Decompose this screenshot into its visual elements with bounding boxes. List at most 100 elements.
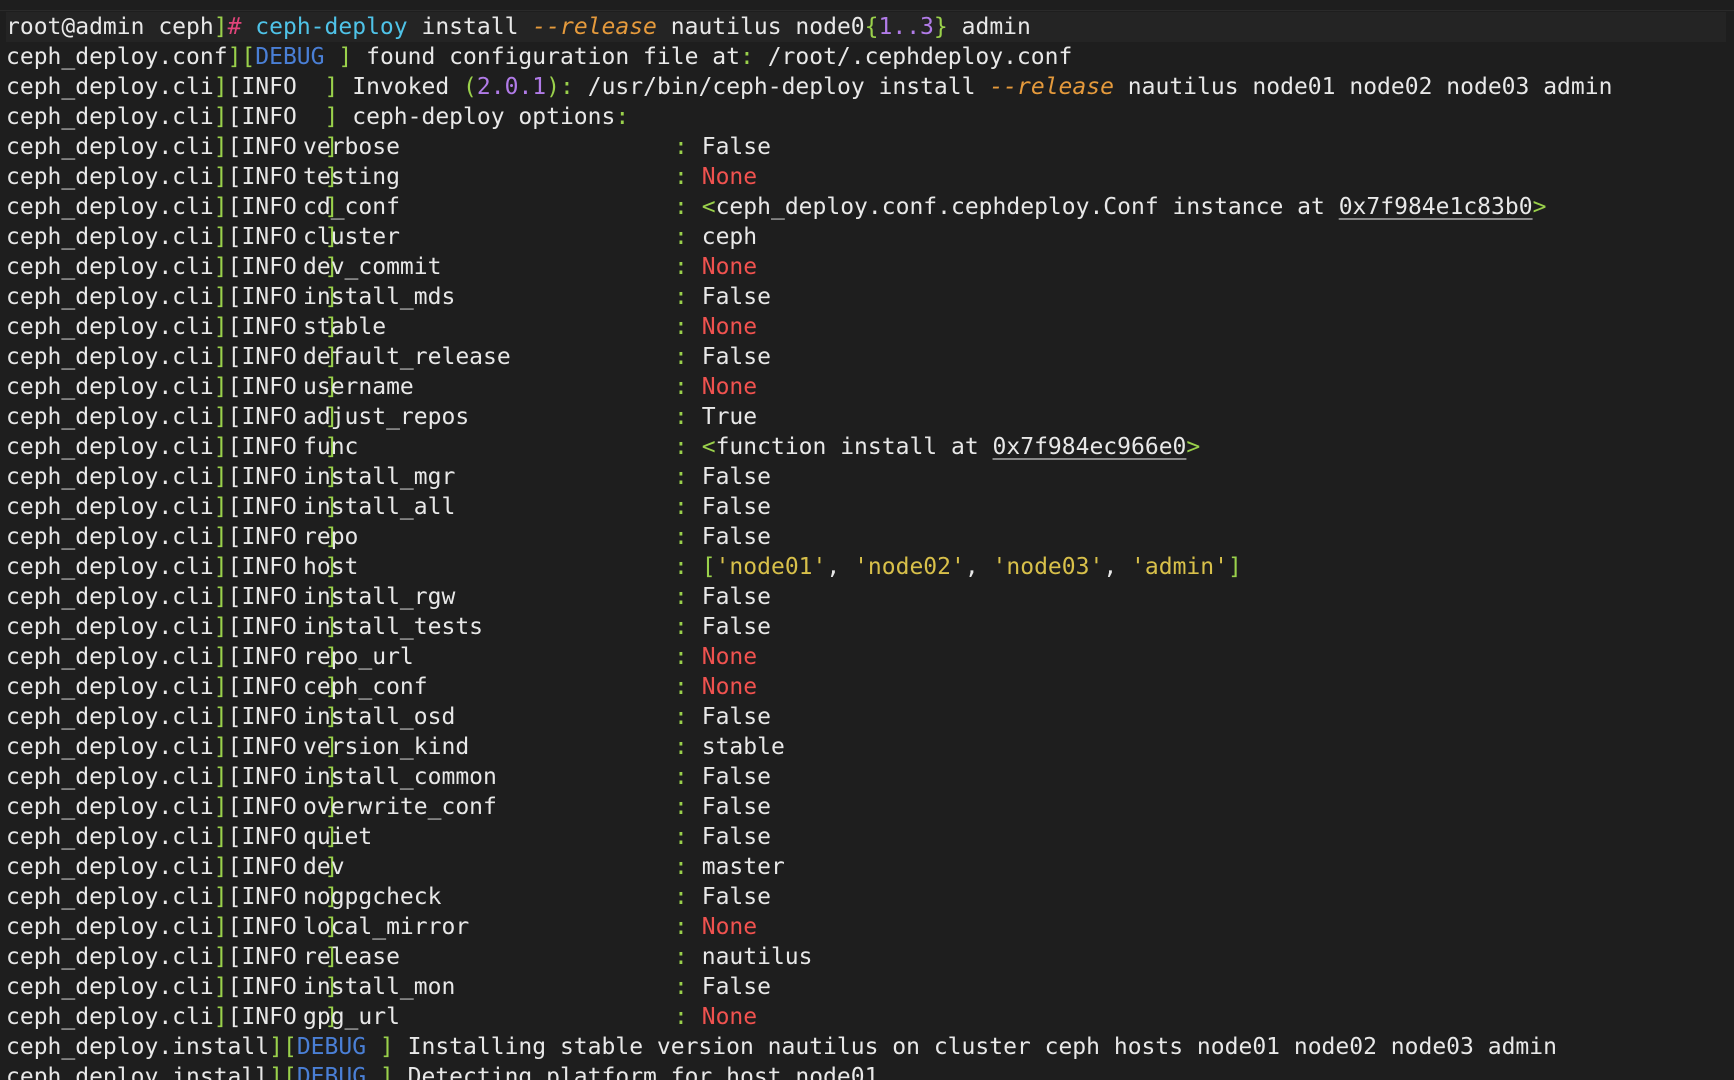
log-message: ceph-deploy options: [352, 104, 616, 130]
log-level-info: INFO: [241, 944, 297, 970]
option-key: install_common: [303, 764, 497, 790]
option-key: overwrite_conf: [303, 794, 497, 820]
log-invoked-word: Invoked: [352, 74, 450, 100]
log-level-info: INFO: [241, 434, 297, 460]
options-list: ceph_deploy.cli][INFO ] verbose: False cep…: [6, 132, 1726, 1032]
log-level-info: INFO: [241, 404, 297, 430]
log-level-info: INFO: [241, 1004, 297, 1030]
log-logger: ceph_deploy.install: [6, 1034, 270, 1060]
terminal-window[interactable]: root@admin ceph]# ceph-deploy install --…: [0, 0, 1734, 1080]
log-bracket-open: ][: [227, 44, 256, 70]
option-value-cell: : False: [674, 792, 771, 822]
log-message: Installing stable version nautilus on cl…: [407, 1034, 1557, 1060]
option-key: version_kind: [303, 734, 470, 760]
option-row: ceph_deploy.cli][INFO ] install_mgr: Fals…: [6, 462, 1726, 492]
option-key: testing: [303, 164, 400, 190]
log-level-open: [: [227, 104, 242, 130]
log-level-info: INFO: [241, 314, 297, 340]
option-value: False: [701, 134, 771, 160]
log-bracket-open: ]: [213, 374, 228, 400]
command-node-prefix: node0: [795, 14, 865, 40]
option-list-sep: ,: [1103, 554, 1132, 580]
log-logger: ceph_deploy.cli: [6, 914, 214, 940]
log-logger: ceph_deploy.cli: [6, 884, 214, 910]
option-row: ceph_deploy.cli][INFO ] gpg_url: None: [6, 1002, 1726, 1032]
prompt-hash: #: [227, 14, 242, 40]
log-logger: ceph_deploy.cli: [6, 704, 214, 730]
log-level-info: INFO: [241, 134, 297, 160]
log-bracket-open: ]: [213, 944, 228, 970]
option-row: ceph_deploy.cli][INFO ] dev_commit: None: [6, 252, 1726, 282]
option-row: ceph_deploy.cli][INFO ] install_rgw: Fals…: [6, 582, 1726, 612]
option-colon: :: [674, 524, 688, 550]
option-key: func: [303, 434, 359, 460]
terminal-top-edge: [0, 0, 1734, 11]
option-value: None: [701, 164, 758, 190]
option-value-cell: : False: [674, 762, 771, 792]
option-value-cell: : None: [674, 912, 757, 942]
option-value: False: [701, 884, 771, 910]
log-level-info: INFO: [241, 974, 297, 1000]
option-key: quiet: [303, 824, 373, 850]
option-list-close: ]: [1227, 554, 1242, 580]
log-level-open: [: [227, 554, 242, 580]
option-value-cell: : False: [674, 492, 771, 522]
log-version: 2.0.1: [476, 74, 547, 100]
option-value: False: [701, 704, 771, 730]
option-value: ceph_deploy.conf.cephdeploy.Conf instanc…: [715, 194, 1339, 220]
log-bracket-open: ]: [213, 914, 228, 940]
option-colon: :: [674, 674, 688, 700]
log-logger: ceph_deploy.cli: [6, 524, 214, 550]
option-row: ceph_deploy.cli][INFO ] verbose: False: [6, 132, 1726, 162]
option-row: ceph_deploy.cli][INFO ] install_common: F…: [6, 762, 1726, 792]
log-command-path: /usr/bin/ceph-deploy install: [587, 74, 976, 100]
log-level-open: [: [227, 224, 242, 250]
option-value: None: [701, 1004, 758, 1030]
option-value: False: [701, 974, 771, 1000]
option-row: ceph_deploy.cli][INFO ] install_mds: Fals…: [6, 282, 1726, 312]
option-value: None: [701, 374, 758, 400]
log-level-info: INFO: [241, 884, 297, 910]
option-colon: :: [674, 284, 688, 310]
log-bracket-open: ]: [213, 734, 228, 760]
log-bracket-open: ]: [213, 344, 228, 370]
option-value: False: [701, 764, 771, 790]
option-key: install_mds: [303, 284, 456, 310]
option-key: install_mgr: [303, 464, 456, 490]
log-bracket-open: ]: [213, 674, 228, 700]
log-level-open: [: [227, 284, 242, 310]
log-level-open: [: [227, 524, 242, 550]
log-logger: ceph_deploy.cli: [6, 134, 214, 160]
option-row: ceph_deploy.cli][INFO ] local_mirror: Non…: [6, 912, 1726, 942]
option-row: ceph_deploy.cli][INFO ] testing: None: [6, 162, 1726, 192]
log-level-open: [: [227, 164, 242, 190]
log-bracket-open: ]: [213, 104, 228, 130]
log-logger: ceph_deploy.cli: [6, 1004, 214, 1030]
log-flag-release: --release: [989, 74, 1114, 100]
option-row: ceph_deploy.cli][INFO ] cd_conf: <ceph_de…: [6, 192, 1726, 222]
option-colon: :: [674, 374, 688, 400]
log-level-open: [: [227, 884, 242, 910]
log-colon: :: [615, 104, 630, 130]
option-colon: :: [674, 194, 688, 220]
log-level-info: INFO: [241, 674, 297, 700]
option-key: local_mirror: [303, 914, 470, 940]
option-value: True: [701, 404, 758, 430]
log-bracket-open: ]: [213, 764, 228, 790]
option-value: None: [701, 254, 758, 280]
option-value-cell: : False: [674, 522, 771, 552]
log-bracket-open: ][: [269, 1034, 297, 1060]
log-level-open: [: [227, 344, 242, 370]
log-logger: ceph_deploy.cli: [6, 554, 214, 580]
log-logger: ceph_deploy.cli: [6, 974, 214, 1000]
log-level-open: [: [227, 674, 242, 700]
log-level-open: [: [227, 74, 242, 100]
option-value: nautilus: [701, 944, 813, 970]
option-colon: :: [674, 914, 688, 940]
log-level-info: INFO: [241, 614, 297, 640]
option-value: stable: [701, 734, 785, 760]
option-list-item: 'node03': [992, 554, 1104, 580]
log-logger: ceph_deploy.cli: [6, 344, 214, 370]
log-level-info: INFO: [241, 164, 297, 190]
option-list-sep: ,: [964, 554, 993, 580]
